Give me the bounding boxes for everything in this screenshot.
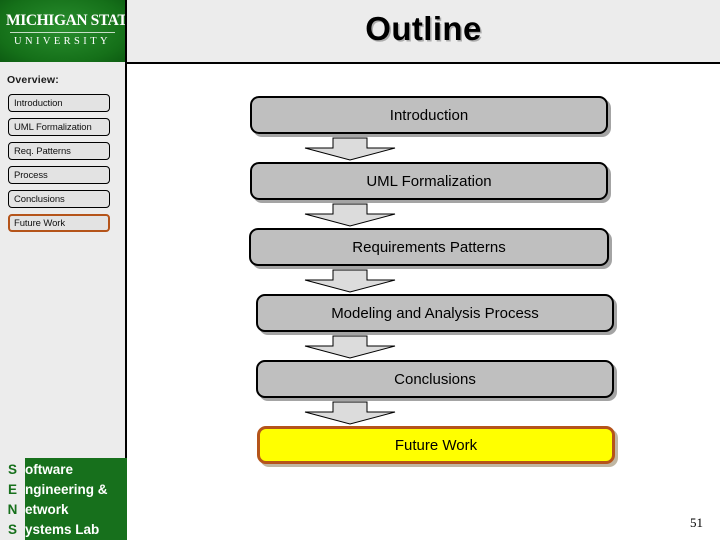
sidebar-heading: Overview:	[7, 74, 59, 86]
sidebar-item-future-work[interactable]: Future Work	[8, 214, 110, 232]
sidebar-item-uml-formalization[interactable]: UML Formalization	[8, 118, 110, 136]
flow-arrow-down-icon	[304, 268, 396, 294]
sidebar-item-label: UML Formalization	[14, 121, 92, 133]
lab-line-engineering: Engineering &	[0, 480, 127, 500]
lab-acronym-letter: E	[7, 482, 17, 497]
sidebar-item-introduction[interactable]: Introduction	[8, 94, 110, 112]
flow-step-label: Modeling and Analysis Process	[331, 304, 539, 322]
lab-acronym-letter: S	[7, 462, 17, 477]
flow-step-label: Introduction	[389, 106, 469, 124]
sidebar-nav-list: Introduction UML Formalization Req. Patt…	[0, 94, 127, 238]
sens-lab-branding: Software Engineering & Network Systems L…	[0, 458, 127, 540]
logo-divider-rule	[10, 32, 115, 33]
flow-arrow-down-icon	[304, 334, 396, 360]
sidebar-item-label: Process	[14, 169, 48, 181]
flow-arrow-down-icon	[304, 202, 396, 228]
lab-acronym-letter: N	[7, 502, 18, 517]
lab-line-network: Network	[0, 500, 127, 520]
flow-step-requirements-patterns[interactable]: Requirements Patterns	[249, 228, 609, 266]
sidebar-item-label: Future Work	[14, 217, 65, 229]
logo-line-primary: MICHIGAN STATE	[6, 12, 125, 29]
flow-step-label: Future Work	[394, 436, 478, 454]
flow-step-future-work[interactable]: Future Work	[257, 426, 615, 464]
lab-line-systems-lab: Systems Lab	[0, 520, 127, 540]
sidebar-item-label: Req. Patterns	[14, 145, 71, 157]
sidebar-item-conclusions[interactable]: Conclusions	[8, 190, 110, 208]
sidebar-item-label: Conclusions	[14, 193, 65, 205]
lab-word: ngineering &	[25, 482, 108, 497]
flow-arrow-down-icon	[304, 136, 396, 162]
michigan-state-university-logo: MICHIGAN STATE UNIVERSITY	[0, 0, 125, 62]
lab-word: etwork	[25, 502, 69, 517]
lab-word: oftware	[25, 462, 74, 477]
flow-step-conclusions[interactable]: Conclusions	[256, 360, 614, 398]
sidebar: MICHIGAN STATE UNIVERSITY Overview: Intr…	[0, 0, 127, 540]
sidebar-item-label: Introduction	[14, 97, 63, 109]
sidebar-item-process[interactable]: Process	[8, 166, 110, 184]
sidebar-item-req-patterns[interactable]: Req. Patterns	[8, 142, 110, 160]
lab-word: ystems Lab	[25, 522, 100, 537]
flow-step-label: UML Formalization	[366, 172, 492, 190]
flow-arrow-down-icon	[304, 400, 396, 426]
logo-line-secondary: UNIVERSITY	[14, 36, 111, 47]
page-number: 51	[690, 515, 703, 530]
outline-flow-diagram: Introduction UML Formalization Requireme…	[127, 64, 720, 540]
flow-step-label: Conclusions	[394, 370, 476, 388]
slide-header: Outline	[127, 0, 720, 62]
page-title: Outline	[365, 10, 482, 47]
flow-step-label: Requirements Patterns	[352, 238, 506, 256]
slide-canvas: MICHIGAN STATE UNIVERSITY Overview: Intr…	[0, 0, 720, 540]
lab-line-software: Software	[0, 460, 127, 480]
flow-step-uml-formalization[interactable]: UML Formalization	[250, 162, 608, 200]
flow-step-modeling-and-analysis-process[interactable]: Modeling and Analysis Process	[256, 294, 614, 332]
flow-step-introduction[interactable]: Introduction	[250, 96, 608, 134]
lab-acronym-letter: S	[7, 522, 17, 537]
